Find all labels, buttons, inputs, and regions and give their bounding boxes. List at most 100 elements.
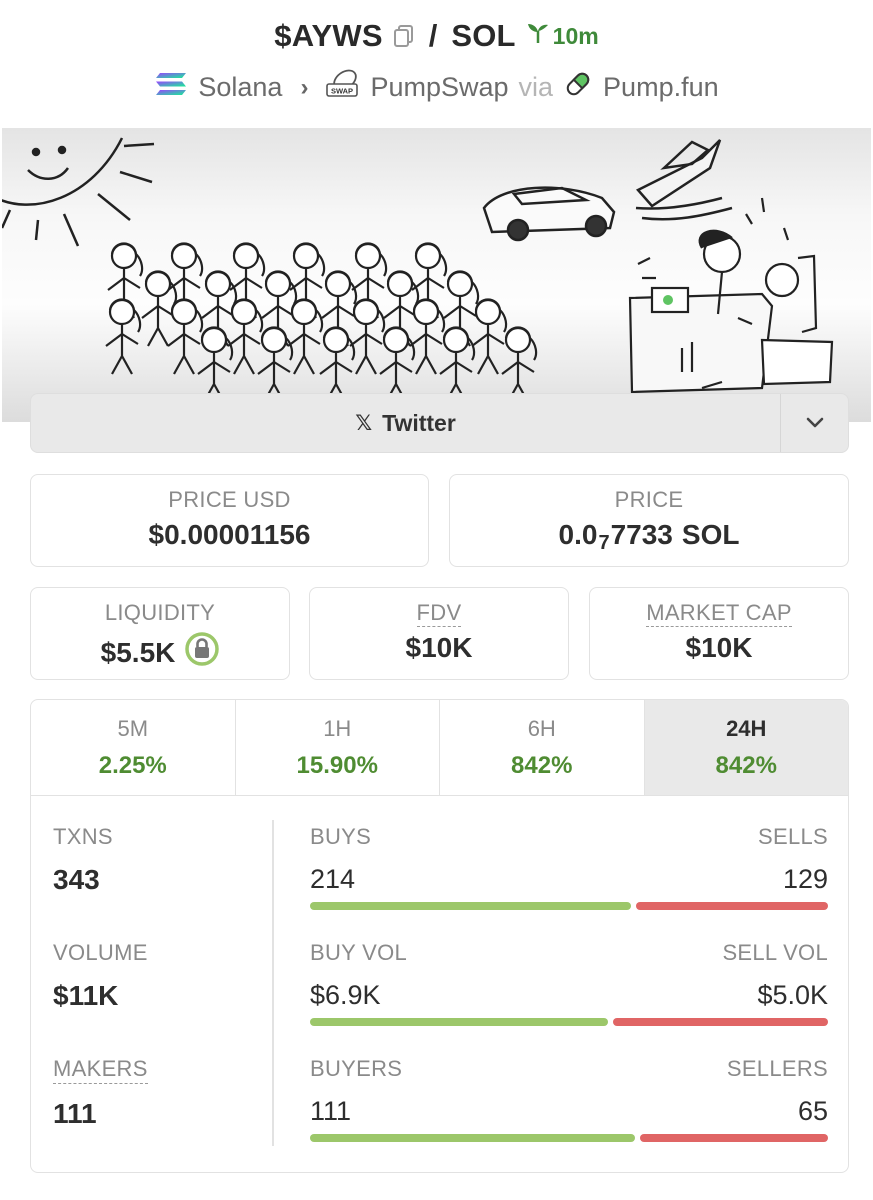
via-text: via bbox=[518, 72, 554, 102]
launchpad-link[interactable]: Pump.fun bbox=[603, 72, 719, 103]
banner-illustration bbox=[2, 137, 834, 403]
buys-bar-fill bbox=[310, 902, 631, 910]
buy-vol-bar-fill bbox=[310, 1018, 608, 1026]
stick-figure bbox=[409, 298, 446, 375]
tab-6h[interactable]: 6H 842% bbox=[440, 700, 645, 795]
age-value: 10m bbox=[552, 22, 599, 49]
buys-label: BUYS bbox=[310, 824, 372, 849]
twitter-label: Twitter bbox=[382, 409, 456, 436]
dex-link[interactable]: PumpSwap bbox=[370, 72, 508, 103]
sellers-label: SELLERS bbox=[726, 1056, 828, 1081]
pair-header: $AYWS / SOL 10m Solana › SWAP PumpSwap v… bbox=[0, 0, 873, 128]
pumpswap-icon: SWAP bbox=[326, 68, 360, 107]
chevron-right-icon: › bbox=[300, 73, 309, 101]
price-usd-box: PRICE USD $0.00001156 bbox=[30, 474, 429, 567]
car-drawing bbox=[482, 186, 616, 242]
txns-label: TXNS bbox=[53, 824, 113, 849]
tab-label: 1H bbox=[323, 716, 352, 741]
sell-vol-label: SELL VOL bbox=[722, 940, 828, 965]
makers-value: 111 bbox=[53, 1098, 97, 1129]
price-usd-label: PRICE USD bbox=[168, 487, 291, 512]
buyers-value: 111 bbox=[310, 1096, 352, 1126]
tab-1h[interactable]: 1H 15.90% bbox=[236, 700, 440, 795]
stick-figure bbox=[471, 298, 508, 375]
pair-title: $AYWS / SOL 10m bbox=[0, 18, 873, 54]
buys-value: 214 bbox=[310, 864, 356, 894]
market-cap-value: $10K bbox=[685, 632, 753, 663]
solana-icon bbox=[154, 71, 188, 104]
tab-change: 842% bbox=[511, 752, 573, 779]
fdv-box: FDV $10K bbox=[309, 587, 569, 680]
fdv-label-wrap: FDV bbox=[310, 600, 568, 627]
liquidity-label: LIQUIDITY bbox=[104, 600, 216, 625]
quote-symbol: SOL bbox=[451, 18, 516, 53]
sell-vol-value: $5.0K bbox=[757, 980, 828, 1010]
tab-change: 15.90% bbox=[296, 752, 378, 779]
sellers-bar-fill bbox=[639, 1134, 828, 1142]
market-cap-label[interactable]: MARKET CAP bbox=[646, 600, 792, 627]
tab-change: 842% bbox=[715, 752, 777, 779]
makers-label[interactable]: MAKERS bbox=[53, 1056, 148, 1084]
sells-label: SELLS bbox=[758, 824, 828, 849]
stick-figure bbox=[227, 298, 264, 375]
timeframe-tabs: 5M 2.25% 1H 15.90% 6H 842% 24H 842% bbox=[31, 700, 848, 796]
volume-label: VOLUME bbox=[53, 940, 148, 965]
stick-figure bbox=[257, 326, 294, 403]
stick-figure bbox=[105, 298, 142, 375]
twitter-button[interactable]: 𝕏 Twitter bbox=[31, 394, 780, 452]
sellers-value: 65 bbox=[797, 1096, 828, 1126]
tab-24h[interactable]: 24H 842% bbox=[644, 700, 848, 795]
pair-age: 10m bbox=[526, 22, 599, 50]
chevron-down-icon bbox=[806, 417, 823, 428]
price-native-box: PRICE 0.0 7 7733 SOL bbox=[449, 474, 849, 567]
stick-figure bbox=[319, 326, 356, 403]
price-native-zero-count: 7 bbox=[598, 531, 610, 554]
liquidity-value: $5.5K bbox=[100, 636, 176, 668]
sprout-icon bbox=[526, 22, 550, 50]
price-native-value: 0.0 7 7733 SOL bbox=[450, 519, 848, 554]
liquidity-value-row: $5.5K bbox=[31, 632, 289, 673]
tab-label: 24H bbox=[726, 716, 767, 741]
market-cap-label-wrap: MARKET CAP bbox=[590, 600, 848, 627]
stats-totals: TXNS 343 VOLUME $11K MAKERS 111 bbox=[53, 824, 273, 1172]
copy-icon[interactable] bbox=[393, 24, 415, 48]
fdv-value: $10K bbox=[405, 632, 473, 663]
tab-5m[interactable]: 5M 2.25% bbox=[31, 700, 236, 795]
volume-split-bar bbox=[310, 1018, 828, 1026]
buyers-bar-fill bbox=[310, 1134, 635, 1142]
sells-bar-fill bbox=[635, 902, 828, 910]
volume-value: $11K bbox=[53, 980, 119, 1011]
token-banner bbox=[2, 128, 871, 422]
stick-figure bbox=[197, 326, 234, 403]
stick-figure bbox=[501, 326, 538, 403]
stats-panel: 5M 2.25% 1H 15.90% 6H 842% 24H 842% TXNS… bbox=[30, 699, 849, 1173]
stick-figure bbox=[287, 298, 324, 375]
txns-stat: TXNS 343 bbox=[53, 824, 273, 940]
pair-separator: / bbox=[428, 18, 438, 53]
buy-vol-value: $6.9K bbox=[310, 980, 381, 1010]
buyers-label: BUYERS bbox=[310, 1056, 403, 1081]
stick-figure bbox=[349, 298, 386, 375]
tab-change: 2.25% bbox=[98, 752, 167, 779]
liquidity-box: LIQUIDITY $5.5K bbox=[30, 587, 290, 680]
makers-split-bar bbox=[310, 1134, 828, 1142]
chain-link[interactable]: Solana bbox=[198, 72, 282, 103]
more-links-button[interactable] bbox=[780, 394, 848, 452]
tab-label: 6H bbox=[527, 716, 556, 741]
pill-icon bbox=[563, 69, 593, 106]
sun-drawing bbox=[2, 137, 155, 247]
stats-divider bbox=[272, 820, 274, 1146]
token-symbol: $AYWS bbox=[274, 18, 383, 53]
sells-value: 129 bbox=[782, 864, 828, 894]
lock-icon[interactable] bbox=[185, 632, 220, 673]
boat-drawing bbox=[635, 139, 733, 221]
x-icon: 𝕏 bbox=[355, 411, 373, 435]
makers-stat: MAKERS 111 bbox=[53, 1056, 273, 1172]
price-native-unit: SOL bbox=[681, 519, 740, 550]
breadcrumb: Solana › SWAP PumpSwap via Pump.fun bbox=[0, 68, 873, 107]
stick-figure bbox=[379, 326, 416, 403]
market-cap-box: MARKET CAP $10K bbox=[589, 587, 849, 680]
fdv-label[interactable]: FDV bbox=[416, 600, 462, 627]
pumpswap-icon-text: SWAP bbox=[331, 87, 353, 96]
stick-figure bbox=[167, 298, 204, 375]
